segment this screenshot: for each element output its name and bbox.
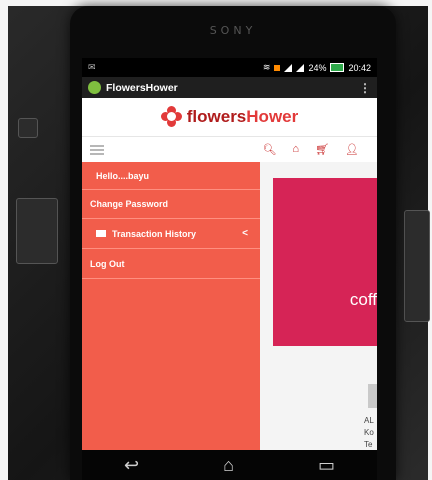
drawer-item-label: Log Out xyxy=(90,258,125,269)
promo-banner[interactable]: coff xyxy=(273,178,377,346)
background-key xyxy=(18,118,38,138)
status-time: 20:42 xyxy=(348,62,371,73)
product-text: Ko xyxy=(364,428,374,437)
product-text: AL xyxy=(364,416,374,425)
drawer-item-label: Transaction History xyxy=(112,228,197,239)
logo-text-part2: Hower xyxy=(246,107,299,126)
background-panel-right xyxy=(404,210,430,322)
drawer-item-transaction-history[interactable]: Transaction History < xyxy=(82,219,260,249)
drawer-item-log-out[interactable]: Log Out xyxy=(82,249,260,279)
page-content: Hello....bayu Change Password Transactio… xyxy=(82,162,377,450)
flower-logo-icon xyxy=(160,106,183,128)
action-bar: FlowersHower ⋮ xyxy=(82,77,377,98)
user-icon[interactable]: 👤︎ xyxy=(345,143,359,156)
battery-percent: 24% xyxy=(308,62,327,73)
back-icon[interactable]: ↩ xyxy=(124,455,139,476)
banner-text: coff xyxy=(349,290,377,309)
site-logo[interactable]: flowersHower xyxy=(82,98,377,137)
device-brand: SONY xyxy=(209,24,257,37)
wifi-icon: ≋ xyxy=(262,62,271,72)
product-text: Te xyxy=(364,440,373,449)
signal-icon xyxy=(284,63,293,72)
user-greeting: Hello....bayu xyxy=(96,171,150,181)
main-panel: coff AL Ko Te xyxy=(260,162,377,450)
overflow-menu-icon[interactable]: ⋮ xyxy=(359,81,371,95)
phone-screen: ✉ ≋ 24% 20:42 FlowersHower ⋮ flowersHowe… xyxy=(82,58,377,450)
signal-icon-2 xyxy=(296,63,305,72)
drawer-item-change-password[interactable]: Change Password xyxy=(82,189,260,219)
product-thumbnail[interactable] xyxy=(368,384,377,408)
navigation-drawer: Hello....bayu Change Password Transactio… xyxy=(82,162,260,450)
search-icon[interactable]: 🔍︎ xyxy=(262,143,276,156)
photo-edge-left xyxy=(0,0,8,480)
drawer-item-label: Change Password xyxy=(90,199,169,209)
notification-icon: ✉ xyxy=(88,62,96,72)
logo-text: flowersHower xyxy=(187,107,299,127)
cart-icon[interactable]: 🛒︎ xyxy=(315,143,329,156)
home-icon[interactable]: ⌂ xyxy=(292,143,299,156)
chevron-left-icon[interactable]: < xyxy=(242,228,248,239)
home-button-icon[interactable]: ⌂ xyxy=(223,455,234,476)
background-panel xyxy=(16,198,58,264)
menu-icon[interactable] xyxy=(90,144,104,155)
recent-apps-icon[interactable]: ▭ xyxy=(318,455,335,476)
app-title: FlowersHower xyxy=(106,81,178,94)
notification-dot-icon xyxy=(274,64,281,71)
status-bar: ✉ ≋ 24% 20:42 xyxy=(82,58,377,77)
android-nav-bar: ↩ ⌂ ▭ xyxy=(82,450,377,480)
battery-icon xyxy=(330,63,345,72)
site-toolbar: 🔍︎ ⌂ 🛒︎ 👤︎ xyxy=(82,137,377,163)
list-icon xyxy=(96,230,106,237)
app-icon[interactable] xyxy=(88,81,101,94)
logo-text-part1: flowers xyxy=(186,107,247,126)
